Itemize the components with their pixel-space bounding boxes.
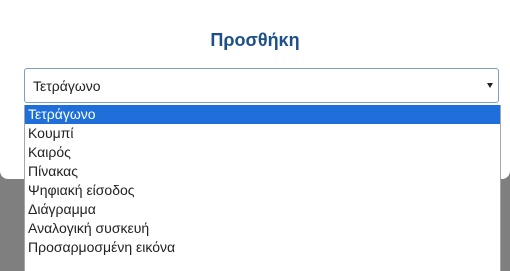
selected-value: Τετράγωνο [33,78,101,94]
option-table[interactable]: Πίνακας [25,162,500,181]
dropdown-list: Τετράγωνο Κουμπί Καιρός Πίνακας Ψηφιακή … [24,105,501,271]
option-weather[interactable]: Καιρός [25,143,500,162]
option-analog-device[interactable]: Αναλογική συσκευή [25,219,500,238]
dialog-title: Προσθήκη [210,30,300,50]
option-digital-input[interactable]: Ψηφιακή είσοδος [25,181,500,200]
caret-down-icon [487,83,493,88]
option-button[interactable]: Κουμπί [25,124,500,143]
option-chart[interactable]: Διάγραμμα [25,200,500,219]
option-square[interactable]: Τετράγωνο [25,105,500,124]
option-custom-image[interactable]: Προσαρμοσμένη εικόνα [25,238,500,257]
widget-type-select[interactable]: Τετράγωνο [24,68,499,103]
